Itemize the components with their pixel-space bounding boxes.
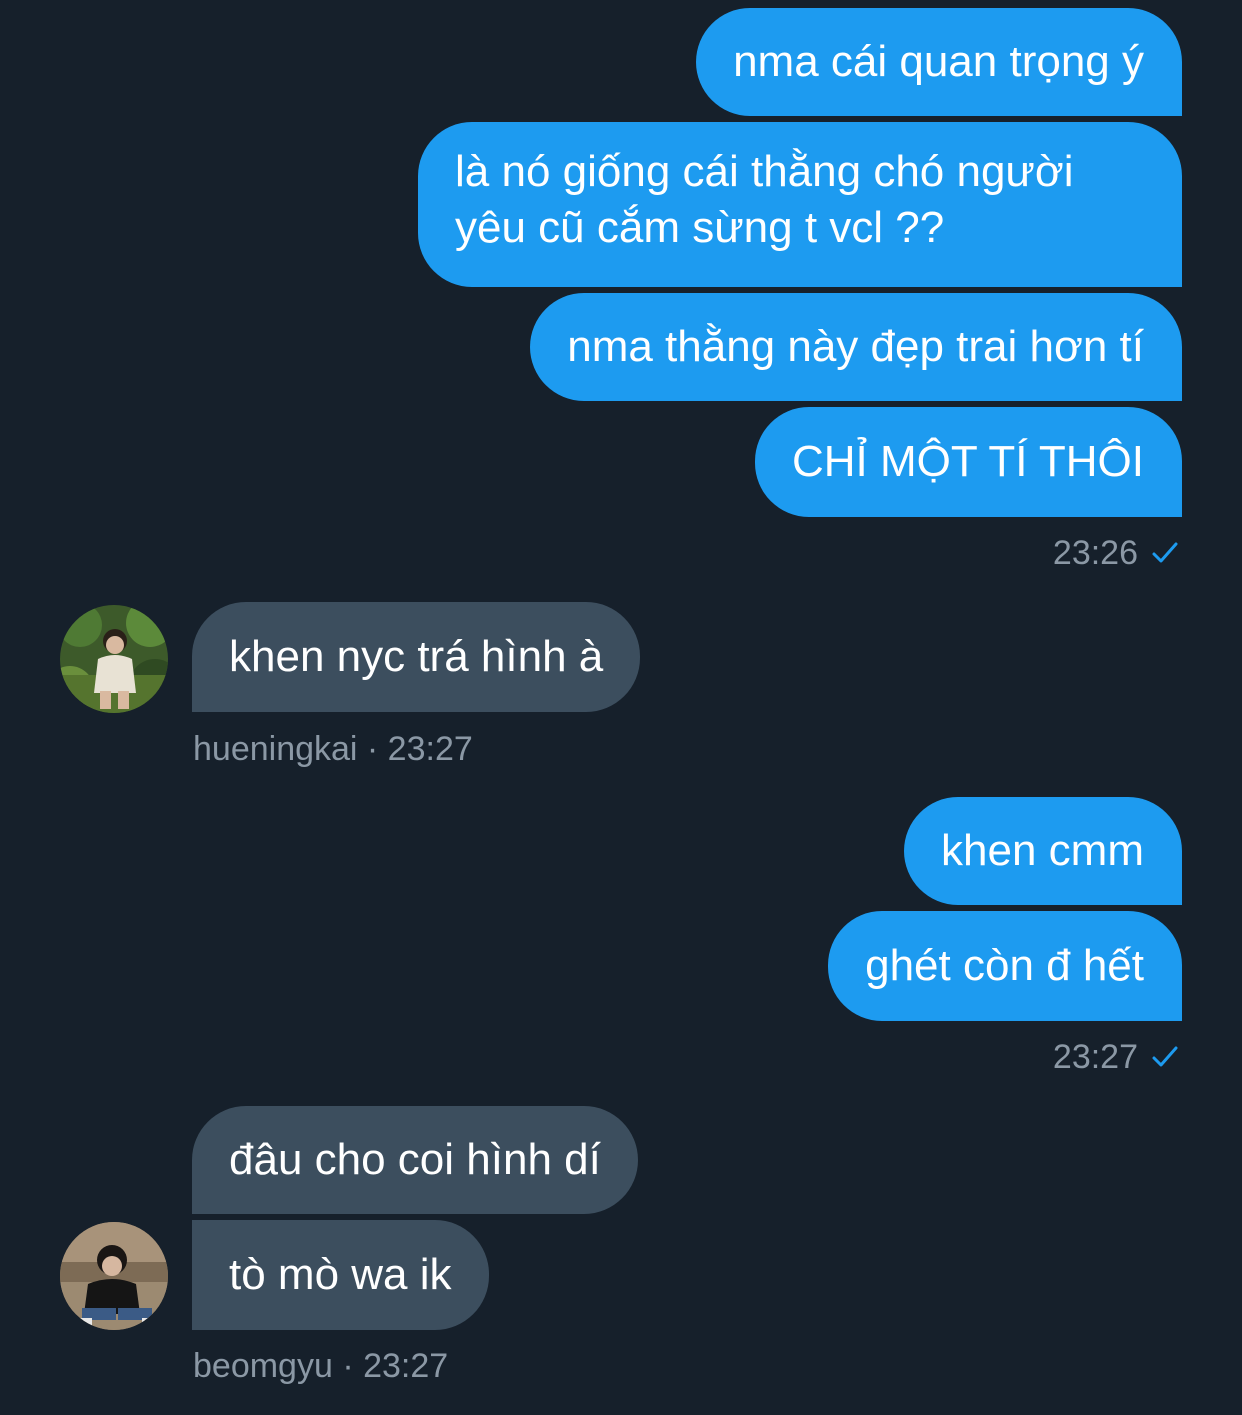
received-message-bubble[interactable]: tò mò wa ik xyxy=(192,1220,489,1330)
checkmark-icon xyxy=(1152,542,1178,563)
sender-meta-text: beomgyu · 23:27 xyxy=(193,1347,449,1385)
sender-meta: beomgyu · 23:27 xyxy=(193,1346,448,1386)
sent-message-bubble[interactable]: nma cái quan trọng ý xyxy=(696,8,1182,116)
sent-message-bubble[interactable]: nma thằng này đẹp trai hơn tí xyxy=(530,293,1182,401)
received-message-bubble[interactable]: đâu cho coi hình dí xyxy=(192,1106,638,1214)
checkmark-icon xyxy=(1152,1046,1178,1067)
timestamp-text: 23:26 xyxy=(1052,534,1138,572)
received-message-bubble[interactable]: khen nyc trá hình à xyxy=(192,602,641,712)
message-text: tò mò wa ik xyxy=(229,1250,452,1299)
avatar[interactable] xyxy=(60,1222,168,1330)
timestamp-text: 23:27 xyxy=(1052,1038,1138,1076)
message-text: đâu cho coi hình dí xyxy=(229,1135,601,1184)
avatar[interactable] xyxy=(60,605,168,713)
message-text: nma thằng này đẹp trai hơn tí xyxy=(567,322,1144,371)
message-text: khen cmm xyxy=(941,826,1144,875)
message-timestamp: 23:26 xyxy=(1053,533,1180,573)
message-timestamp: 23:27 xyxy=(1053,1037,1180,1077)
message-text: CHỈ MỘT TÍ THÔI xyxy=(791,437,1144,486)
sent-message-bubble[interactable]: là nó giống cái thằng chó người yêu cũ c… xyxy=(418,122,1182,287)
message-text: ghét còn đ hết xyxy=(865,941,1144,990)
message-text: là nó giống cái thằng chó người yêu cũ c… xyxy=(455,147,1074,252)
message-text: khen nyc trá hình à xyxy=(229,632,604,681)
sent-message-bubble[interactable]: khen cmm xyxy=(904,797,1182,905)
sender-meta: hueningkai · 23:27 xyxy=(193,729,473,769)
message-text: nma cái quan trọng ý xyxy=(733,37,1144,86)
sent-message-bubble[interactable]: CHỈ MỘT TÍ THÔI xyxy=(754,407,1182,517)
sender-meta-text: hueningkai · 23:27 xyxy=(193,730,473,768)
sent-message-bubble[interactable]: ghét còn đ hết xyxy=(828,911,1182,1021)
